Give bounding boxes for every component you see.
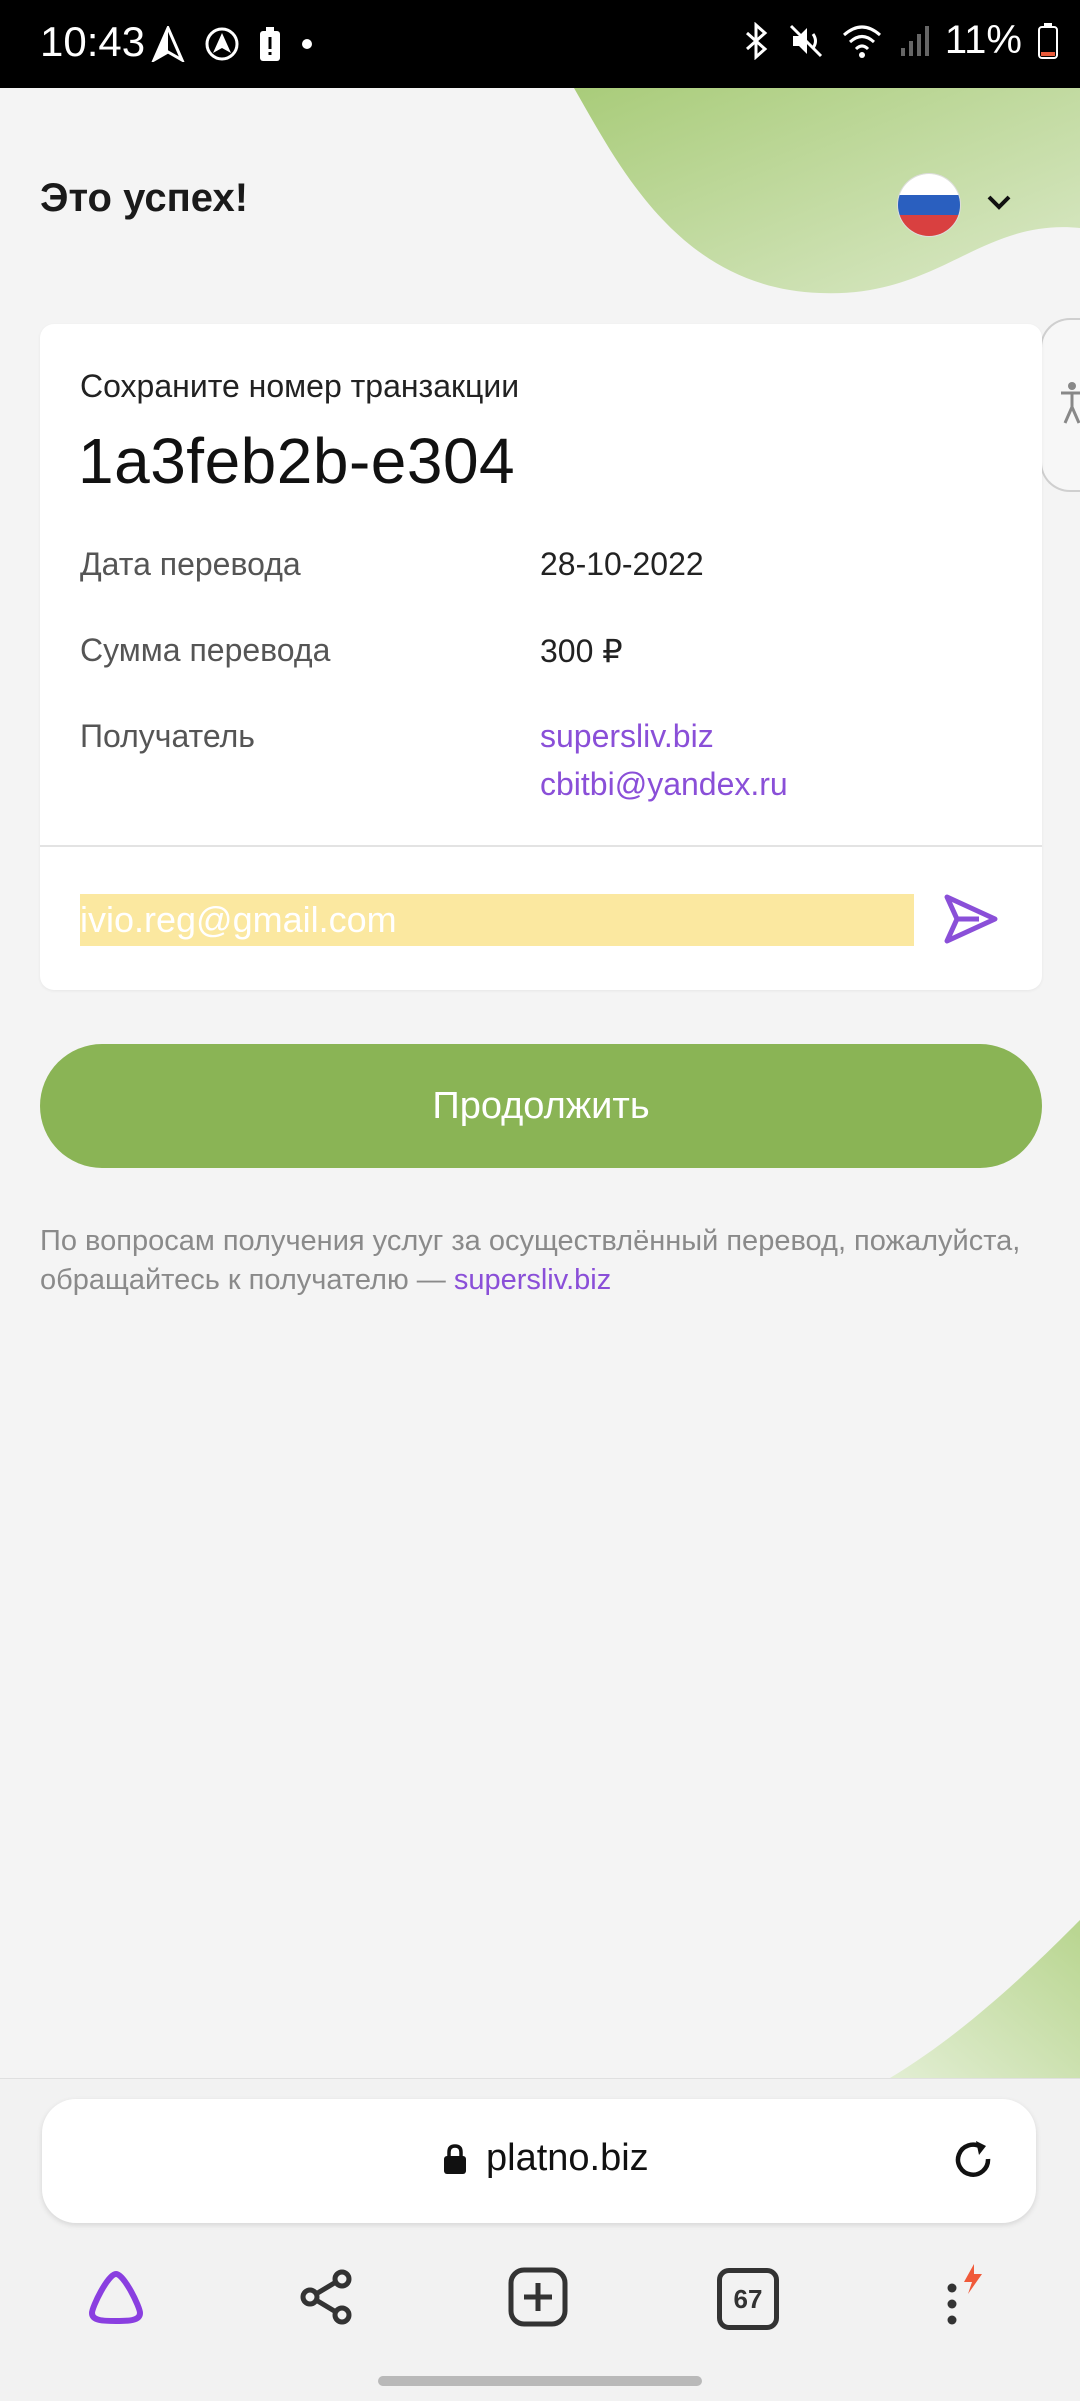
transaction-id: 1a3feb2b-e304 <box>78 425 516 497</box>
navigation-icon <box>150 26 186 62</box>
save-transaction-caption: Сохраните номер транзакции <box>80 368 520 404</box>
language-selector[interactable] <box>898 174 1012 236</box>
send-button[interactable] <box>940 892 1002 950</box>
signal-icon <box>899 24 929 58</box>
status-time: 10:43 <box>40 18 146 65</box>
send-icon <box>943 893 999 950</box>
tabs-button[interactable]: 67 <box>708 2259 788 2339</box>
card-divider <box>40 845 1042 847</box>
transfer-amount-value: 300 ₽ <box>540 633 623 669</box>
decorative-blob-bottom <box>890 1920 1080 2078</box>
browser-navbar: 67 <box>0 2259 1080 2359</box>
tabs-count-badge: 67 <box>717 2268 779 2330</box>
url-text: platno.biz <box>486 2137 649 2179</box>
share-button[interactable] <box>286 2259 366 2339</box>
email-input[interactable] <box>80 894 914 946</box>
support-note-link[interactable]: supersliv.biz <box>454 1264 611 1296</box>
status-bar: 10:43 11% <box>0 0 1080 88</box>
battery-alert-icon <box>258 26 282 62</box>
transfer-amount-label: Сумма перевода <box>80 632 331 668</box>
page-title: Это успех! <box>40 176 249 220</box>
bluetooth-icon <box>741 21 771 60</box>
address-bar[interactable]: platno.biz <box>42 2099 1036 2223</box>
browser-bottom-bar: platno.biz 67 <box>0 2078 1080 2401</box>
chevron-down-icon <box>986 194 1012 217</box>
wifi-icon <box>841 23 883 59</box>
reload-icon[interactable] <box>948 2135 998 2190</box>
mute-icon <box>787 22 825 60</box>
status-right-icons: 11% <box>741 18 1058 63</box>
transfer-date-label: Дата перевода <box>80 546 301 582</box>
more-vertical-icon <box>932 2262 992 2337</box>
continue-button[interactable]: Продолжить <box>40 1044 1042 1168</box>
plus-square-icon <box>507 2266 569 2333</box>
battery-percent: 11% <box>944 18 1022 62</box>
new-tab-button[interactable] <box>498 2259 578 2339</box>
battery-icon <box>1038 22 1058 59</box>
status-left-icons <box>150 26 314 62</box>
share-icon <box>296 2267 356 2332</box>
russia-flag-icon <box>898 174 960 236</box>
recipient-label: Получатель <box>80 718 255 754</box>
accessibility-icon <box>1059 381 1080 430</box>
transfer-date-value: 28-10-2022 <box>540 546 704 582</box>
recipient-site-link[interactable]: supersliv.biz <box>540 718 714 755</box>
alice-icon <box>84 2269 148 2330</box>
location-icon <box>204 26 240 62</box>
menu-button[interactable] <box>922 2259 1002 2339</box>
transaction-card: Сохраните номер транзакции 1a3feb2b-e304… <box>40 324 1042 990</box>
home-indicator[interactable] <box>378 2376 702 2386</box>
alice-assistant-button[interactable] <box>76 2259 156 2339</box>
notification-dot-icon <box>300 37 314 51</box>
support-note: По вопросам получения услуг за осуществл… <box>40 1222 1040 1300</box>
lock-icon <box>442 2143 468 2180</box>
recipient-email-link[interactable]: cbitbi@yandex.ru <box>540 766 788 803</box>
accessibility-tab[interactable] <box>1040 318 1080 492</box>
